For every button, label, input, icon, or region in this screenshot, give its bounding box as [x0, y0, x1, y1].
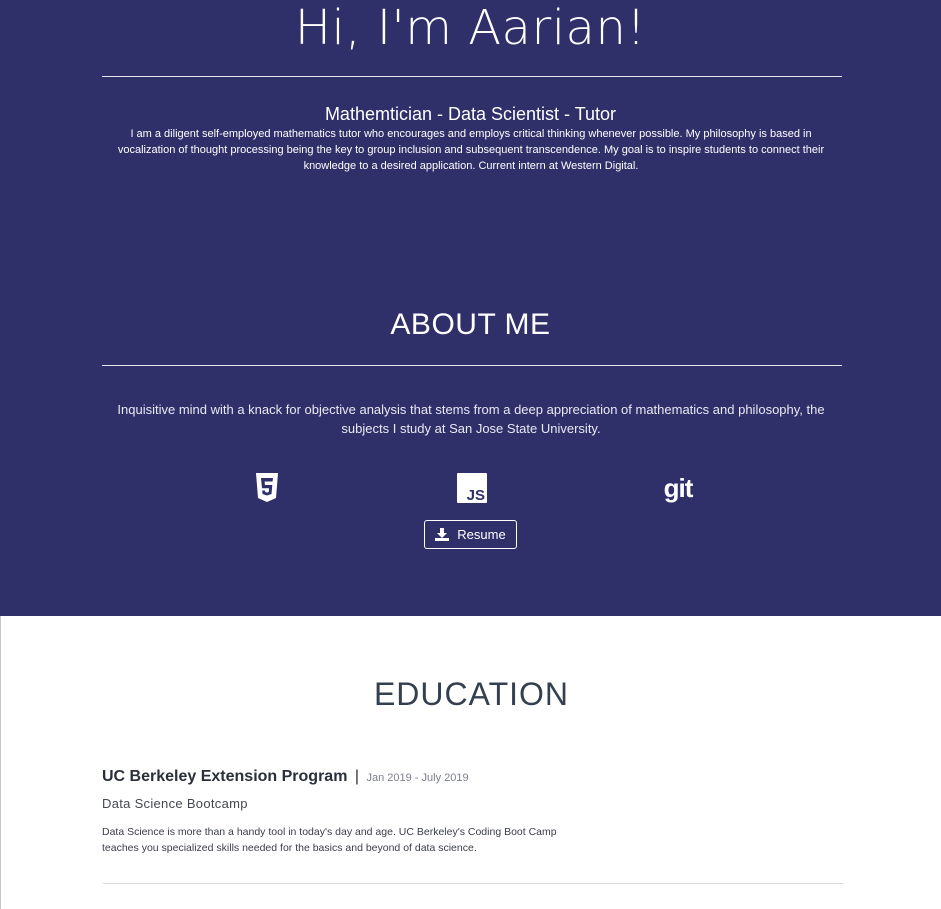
header-separator: | [354, 768, 360, 785]
about-title: ABOUT ME [390, 308, 551, 341]
git-icon-label: git [663, 473, 694, 503]
resume-button-label: Resume [457, 527, 506, 542]
html5-icon [251, 472, 283, 504]
school-name: UC Berkeley Extension Program [102, 768, 348, 785]
hero-subtitle: Mathemtician - Data Scientist - Tutor [324, 104, 617, 124]
download-icon [435, 528, 450, 541]
hero-divider [102, 76, 842, 77]
education-entry-header: UC Berkeley Extension Program | Jan 2019… [102, 768, 469, 786]
program-description: Data Science is more than a handy tool i… [102, 826, 557, 854]
education-divider [103, 883, 843, 884]
program-name: Data Science Bootcamp [102, 796, 248, 811]
about-text: Inquisitive mind with a knack for object… [117, 402, 825, 436]
education-dates: Jan 2019 - July 2019 [366, 772, 469, 784]
hero-section: Hi, I'm Aarian! Mathemtician - Data Scie… [0, 0, 941, 616]
education-title: EDUCATION [373, 676, 570, 712]
git-icon: git [661, 472, 695, 504]
javascript-icon: JS [456, 472, 488, 504]
hero-title: Hi, I'm Aarian! [294, 0, 647, 56]
hero-bio: I am a diligent self-employed mathematic… [117, 128, 825, 172]
skills-icons: JS git [0, 472, 941, 504]
resume-download-button[interactable]: Resume [424, 520, 517, 549]
education-section: EDUCATION UC Berkeley Extension Program … [0, 616, 941, 909]
javascript-icon-label: JS [467, 487, 485, 503]
about-divider [102, 365, 842, 366]
